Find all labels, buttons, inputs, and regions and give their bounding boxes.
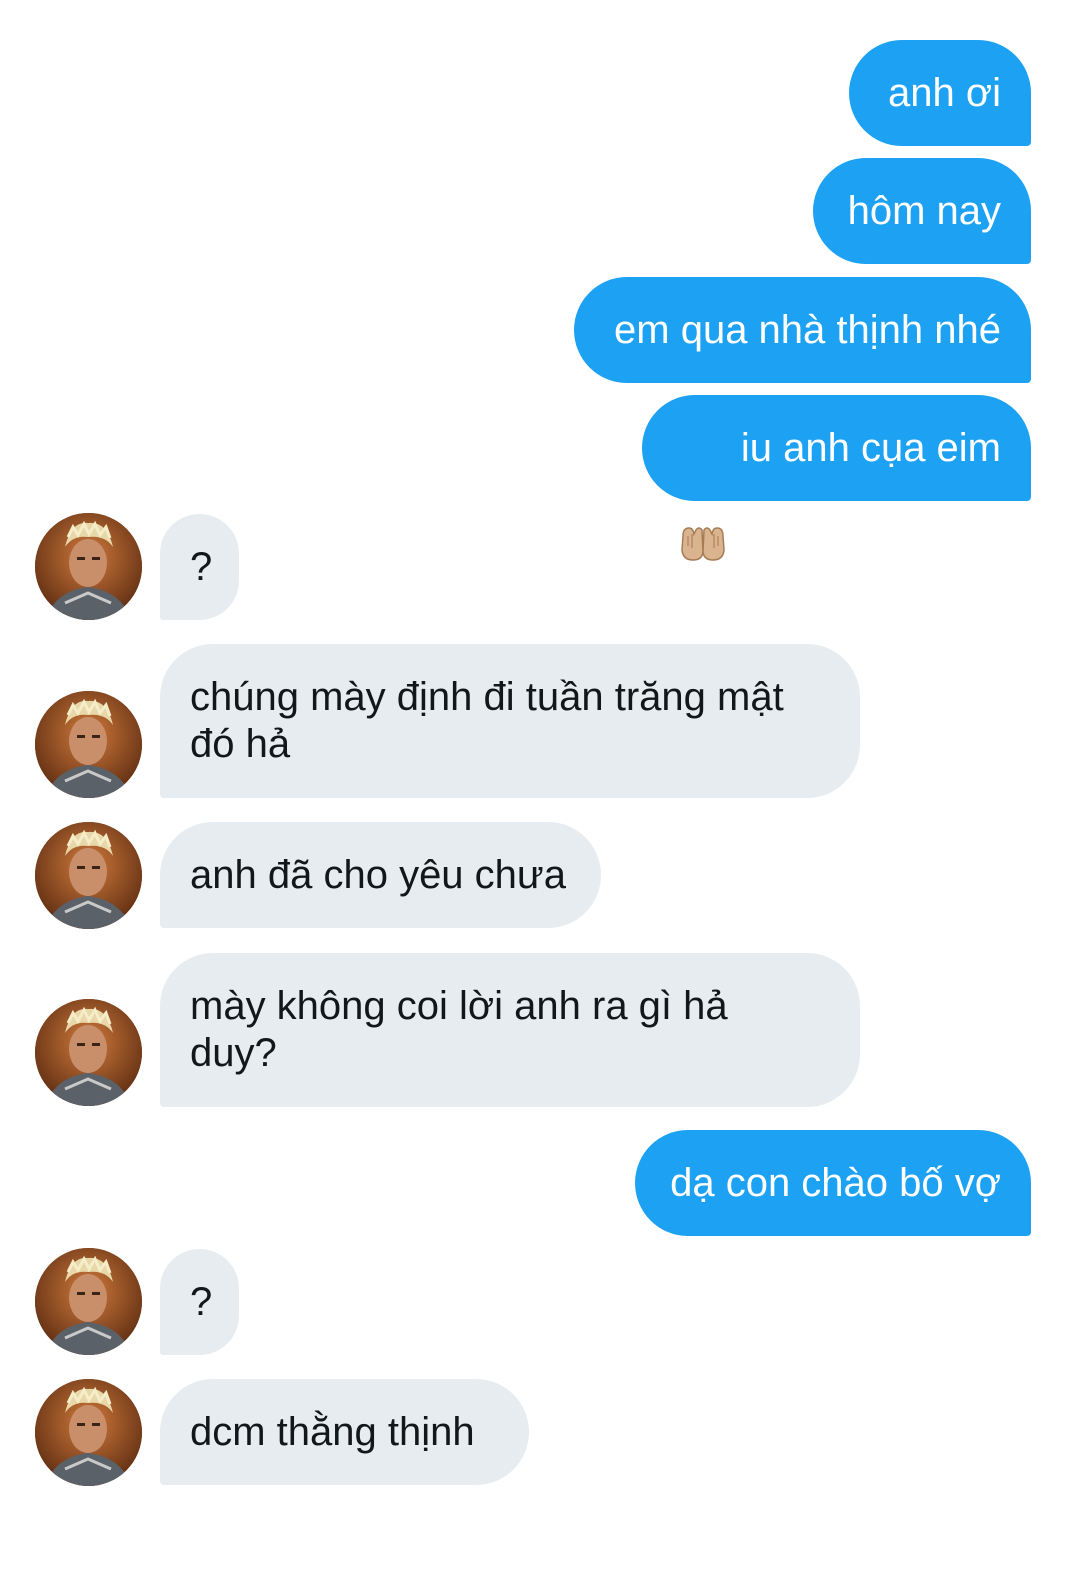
message-text: anh ơi <box>888 70 1001 115</box>
message-text: anh đã cho yêu chưa <box>190 852 566 897</box>
message-bubble-outgoing[interactable]: em qua nhà thịnh nhé <box>574 277 1031 383</box>
message-text: em qua nhà thịnh nhé <box>614 307 1001 352</box>
avatar[interactable] <box>35 999 142 1106</box>
message-bubble-incoming[interactable]: dcm thằng thịnh <box>160 1379 529 1485</box>
message-text: mày không coi lời anh ra gì hả duy? <box>190 984 728 1075</box>
avatar[interactable] <box>35 691 142 798</box>
message-bubble-incoming[interactable]: ? <box>160 514 239 620</box>
message-bubble-outgoing[interactable]: iu anh cụa eim <box>642 395 1031 561</box>
message-text: chúng mày định đi tuần trăng mật đó hả <box>190 675 784 766</box>
message-bubble-incoming[interactable]: ? <box>160 1249 239 1355</box>
palms-up-together-icon <box>679 428 727 561</box>
message-text: ? <box>190 1279 213 1324</box>
avatar[interactable] <box>35 1379 142 1486</box>
message-text: hôm nay <box>847 188 1001 233</box>
avatar[interactable] <box>35 1248 142 1355</box>
message-text: ? <box>190 544 213 589</box>
message-text: dcm thằng thịnh <box>190 1409 475 1454</box>
message-bubble-incoming[interactable]: mày không coi lời anh ra gì hả duy? <box>160 953 860 1107</box>
avatar[interactable] <box>35 513 142 620</box>
message-bubble-outgoing[interactable]: hôm nay <box>813 158 1031 264</box>
message-text: dạ con chào bố vợ <box>670 1160 1001 1205</box>
message-bubble-outgoing[interactable]: anh ơi <box>849 40 1031 146</box>
avatar[interactable] <box>35 822 142 929</box>
message-bubble-incoming[interactable]: chúng mày định đi tuần trăng mật đó hả <box>160 644 860 798</box>
message-text: iu anh cụa eim <box>740 425 1001 470</box>
message-bubble-outgoing[interactable]: dạ con chào bố vợ <box>635 1130 1031 1236</box>
message-bubble-incoming[interactable]: anh đã cho yêu chưa <box>160 822 601 928</box>
